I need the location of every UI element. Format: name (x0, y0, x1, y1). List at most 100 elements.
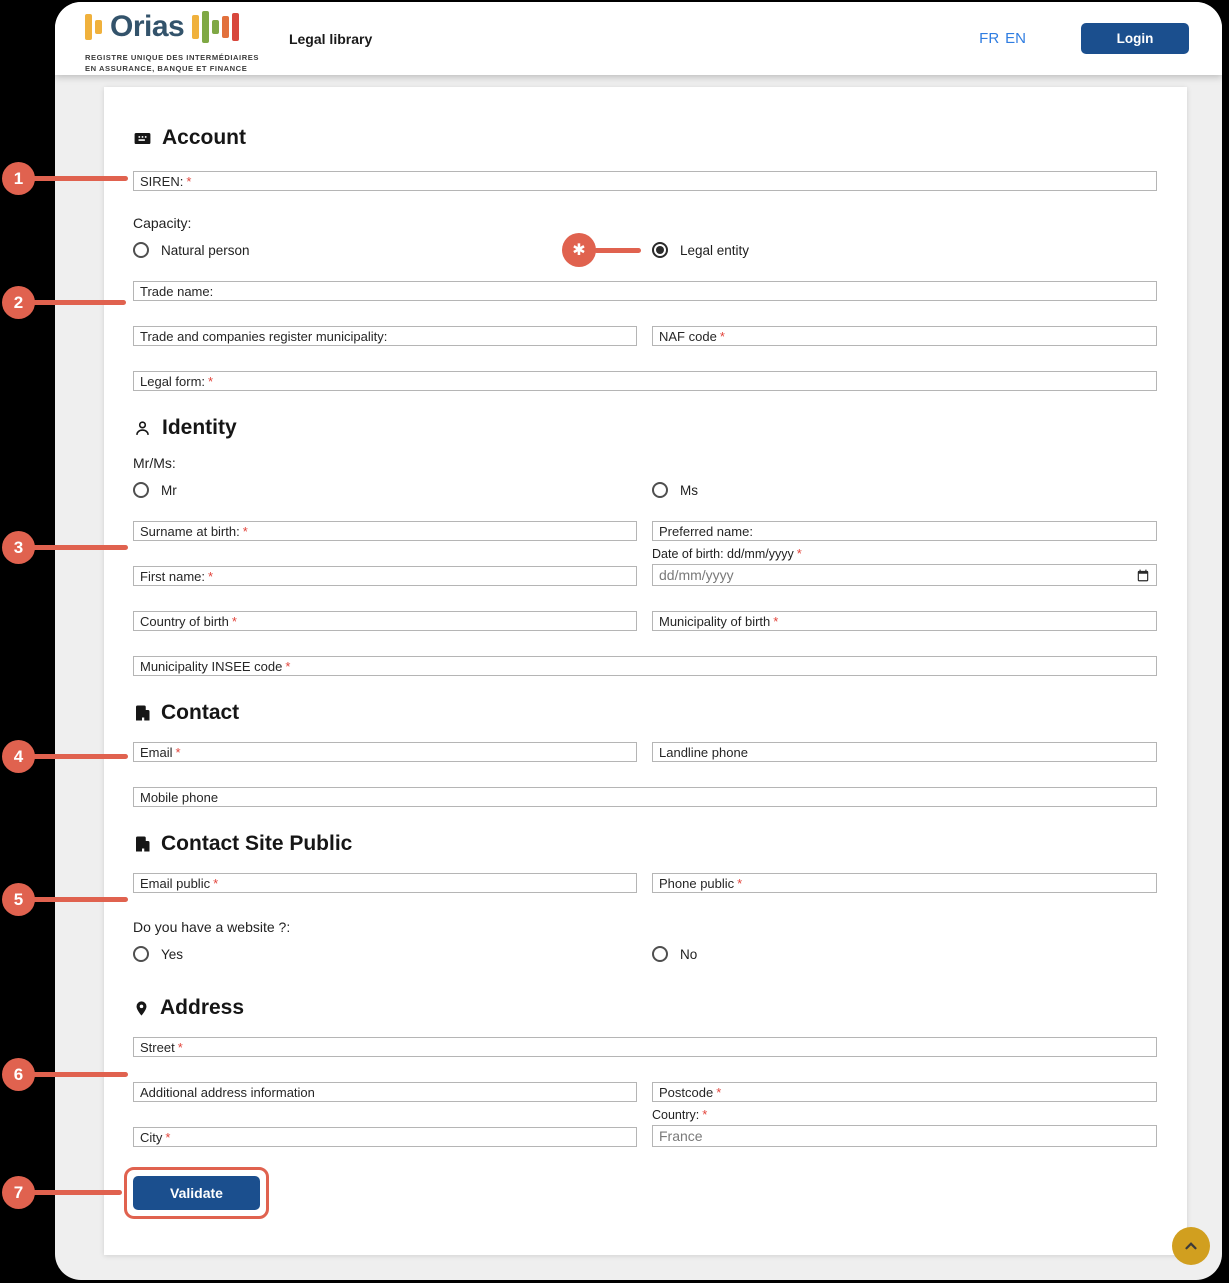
annotation-marker-4: 4 (2, 740, 35, 773)
required-asterisk: * (737, 876, 742, 891)
country-of-birth-input[interactable]: Country of birth * (133, 611, 637, 631)
landline-phone-label: Landline phone (659, 745, 748, 760)
annotation-line-2 (28, 300, 126, 305)
ms-label: Ms (680, 483, 698, 498)
lang-fr-link[interactable]: FR (979, 30, 999, 47)
scroll-to-top-button[interactable] (1172, 1227, 1210, 1265)
annotation-line-7 (28, 1190, 122, 1195)
siren-input[interactable]: SIREN: * (133, 171, 1157, 191)
section-contact-title: Contact (161, 701, 239, 725)
first-name-label: First name: (140, 569, 205, 584)
section-identity-title: Identity (162, 416, 237, 440)
lang-en-link[interactable]: EN (1005, 30, 1026, 47)
phone-public-label: Phone public (659, 876, 734, 891)
legal-entity-radio[interactable] (652, 242, 668, 258)
preferred-name-input[interactable]: Preferred name: (652, 521, 1157, 541)
register-municipality-label: Trade and companies register municipalit… (140, 329, 387, 344)
ms-radio[interactable] (652, 482, 668, 498)
login-button[interactable]: Login (1081, 23, 1189, 54)
surname-input[interactable]: Surname at birth: * (133, 521, 637, 541)
country-input[interactable]: France (652, 1125, 1157, 1147)
chevron-up-icon (1182, 1237, 1200, 1255)
additional-address-label: Additional address information (140, 1085, 315, 1100)
required-asterisk: * (165, 1130, 170, 1145)
street-input[interactable]: Street * (133, 1037, 1157, 1057)
logo-bar-icon (85, 14, 92, 40)
email-label: Email (140, 745, 173, 760)
email-public-label: Email public (140, 876, 210, 891)
section-identity: Identity (133, 415, 1157, 441)
radio-option-mr[interactable]: Mr (133, 482, 637, 498)
radio-option-ms[interactable]: Ms (652, 482, 1157, 498)
legal-form-input[interactable]: Legal form: * (133, 371, 1157, 391)
logo-title: Orias (110, 10, 184, 44)
required-asterisk: * (232, 614, 237, 629)
website-yes-radio[interactable] (133, 946, 149, 962)
form-card: Account SIREN: * Capacity: Natural perso… (104, 87, 1187, 1255)
preferred-name-label: Preferred name: (659, 524, 753, 539)
annotation-asterisk-marker: ✱ (562, 233, 596, 267)
location-pin-icon (133, 999, 150, 1018)
email-public-input[interactable]: Email public * (133, 873, 637, 893)
register-municipality-input[interactable]: Trade and companies register municipalit… (133, 326, 637, 346)
trade-name-input[interactable]: Trade name: (133, 281, 1157, 301)
dob-label: Date of birth: dd/mm/yyyy* (652, 546, 1157, 561)
logo-tagline: REGISTRE UNIQUE DES INTERMÉDIAIRES EN AS… (85, 52, 259, 74)
radio-option-yes[interactable]: Yes (133, 946, 637, 962)
required-asterisk: * (773, 614, 778, 629)
annotation-line-4 (28, 754, 128, 759)
radio-option-legal-entity[interactable]: Legal entity (652, 242, 1157, 258)
trade-name-label: Trade name: (140, 284, 213, 299)
street-label: Street (140, 1040, 175, 1055)
natural-person-radio[interactable] (133, 242, 149, 258)
email-input[interactable]: Email * (133, 742, 637, 762)
insee-code-label: Municipality INSEE code (140, 659, 282, 674)
logo-tagline-line2: EN ASSURANCE, BANQUE ET FINANCE (85, 63, 259, 74)
additional-address-input[interactable]: Additional address information (133, 1082, 637, 1102)
required-asterisk: * (702, 1107, 707, 1122)
legal-entity-label: Legal entity (680, 243, 749, 258)
city-label: City (140, 1130, 162, 1145)
website-no-radio[interactable] (652, 946, 668, 962)
landline-phone-input[interactable]: Landline phone (652, 742, 1157, 762)
mobile-phone-input[interactable]: Mobile phone (133, 787, 1157, 807)
dob-input[interactable]: dd/mm/yyyy (652, 564, 1157, 586)
section-contact-site-public-title: Contact Site Public (161, 832, 352, 856)
browser-page: Orias REGISTRE UNIQUE DES INTERMÉDIAIRES… (55, 2, 1222, 1280)
dob-placeholder: dd/mm/yyyy (659, 567, 734, 583)
city-input[interactable]: City * (133, 1127, 637, 1147)
section-contact: Contact (133, 700, 1157, 726)
municipality-of-birth-label: Municipality of birth (659, 614, 770, 629)
mr-label: Mr (161, 483, 177, 498)
surname-label: Surname at birth: (140, 524, 240, 539)
legal-form-label: Legal form: (140, 374, 205, 389)
id-card-icon (133, 129, 152, 148)
insee-code-input[interactable]: Municipality INSEE code * (133, 656, 1157, 676)
annotation-line-6 (28, 1072, 128, 1077)
validate-button[interactable]: Validate (133, 1176, 260, 1210)
municipality-of-birth-input[interactable]: Municipality of birth * (652, 611, 1157, 631)
page-header: Orias REGISTRE UNIQUE DES INTERMÉDIAIRES… (55, 2, 1222, 75)
naf-code-input[interactable]: NAF code * (652, 326, 1157, 346)
orias-logo-bars: Orias (85, 4, 259, 50)
mr-radio[interactable] (133, 482, 149, 498)
annotation-asterisk-line (594, 248, 641, 253)
first-name-input[interactable]: First name: * (133, 566, 637, 586)
calendar-icon[interactable] (1136, 568, 1150, 583)
required-asterisk: * (186, 174, 191, 189)
nav-legal-library[interactable]: Legal library (289, 31, 372, 47)
annotation-line-1 (28, 176, 128, 181)
section-contact-site-public: Contact Site Public (133, 831, 1157, 857)
postcode-input[interactable]: Postcode * (652, 1082, 1157, 1102)
phone-public-input[interactable]: Phone public * (652, 873, 1157, 893)
section-address: Address (133, 995, 1157, 1021)
required-asterisk: * (213, 876, 218, 891)
header-right: FR EN Login (979, 23, 1222, 54)
required-asterisk: * (208, 569, 213, 584)
logo-tagline-line1: REGISTRE UNIQUE DES INTERMÉDIAIRES (85, 52, 259, 63)
radio-option-no[interactable]: No (652, 946, 1157, 962)
orias-logo[interactable]: Orias REGISTRE UNIQUE DES INTERMÉDIAIRES… (85, 4, 259, 74)
section-account: Account (133, 125, 1157, 151)
annotation-marker-2: 2 (2, 286, 35, 319)
mr-ms-label: Mr/Ms: (133, 455, 1157, 471)
